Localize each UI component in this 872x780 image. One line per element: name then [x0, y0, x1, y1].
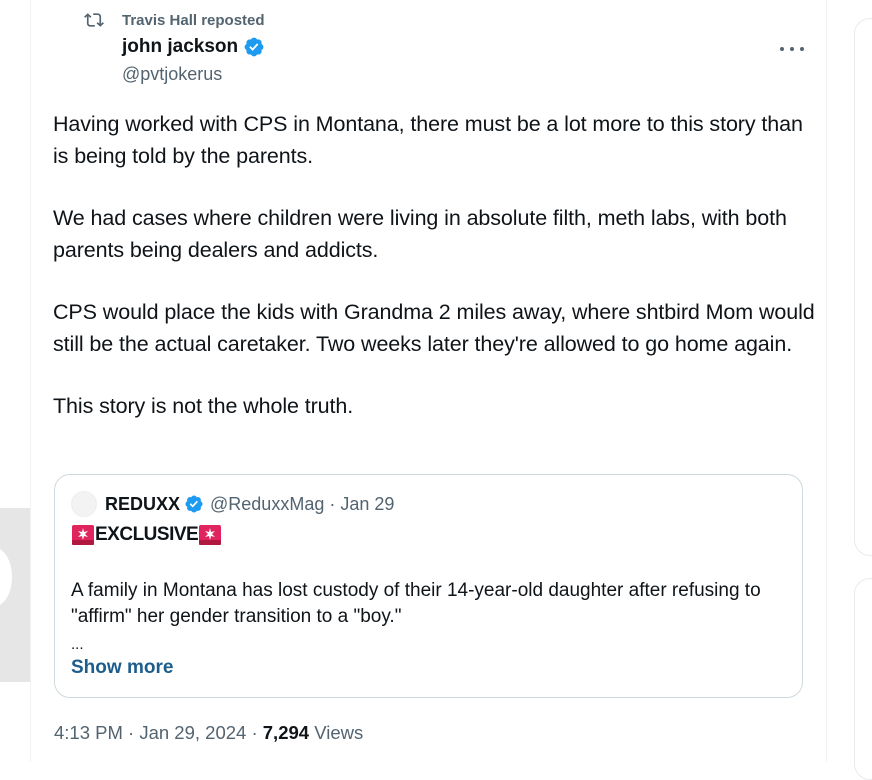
verified-badge-icon [244, 37, 264, 57]
author-name[interactable]: john jackson [122, 36, 238, 58]
views-label: Views [309, 722, 364, 743]
sidebar-card [854, 18, 872, 556]
repost-icon [84, 13, 104, 27]
quoted-avatar[interactable] [71, 491, 97, 517]
more-options-icon[interactable] [780, 38, 804, 60]
timeline-border-left [30, 0, 31, 762]
tweet-paragraph: Having worked with CPS in Montana, there… [53, 112, 803, 168]
quoted-ellipsis: ... [71, 636, 84, 653]
avatar[interactable] [52, 36, 100, 84]
author-handle[interactable]: @pvtjokerus [122, 64, 222, 85]
repost-indicator[interactable]: Travis Hall reposted [84, 10, 265, 30]
police-light-icon [72, 525, 94, 545]
repost-label: Travis Hall reposted [122, 11, 265, 29]
quoted-tweet[interactable]: REDUXX @ReduxxMag · Jan 29 EXCLUSIVE A f… [54, 474, 803, 698]
tweet-paragraph: This story is not the whole truth. [53, 394, 354, 418]
quoted-text: A family in Montana has lost custody of … [71, 580, 761, 627]
views-count: 7,294 [262, 722, 310, 743]
verified-badge-icon [185, 495, 203, 513]
quoted-tag: EXCLUSIVE [71, 523, 222, 547]
tweet-text: Having worked with CPS in Montana, there… [53, 108, 818, 452]
quoted-tag-label: EXCLUSIVE [95, 524, 199, 545]
tweet-paragraph: We had cases where children were living … [53, 206, 787, 262]
police-light-icon [199, 525, 222, 545]
show-more-link[interactable]: Show more [71, 657, 173, 679]
sidebar-card [854, 578, 872, 780]
quoted-author-name: REDUXX [105, 493, 181, 514]
timeline-border-right [826, 0, 827, 762]
quoted-handle-date: @ReduxxMag · Jan 29 [210, 493, 395, 514]
tweet-paragraph: CPS would place the kids with Grandma 2 … [53, 300, 815, 356]
tweet-meta: 4:13 PM · Jan 29, 2024 · 7,294 Views [54, 722, 363, 744]
timestamp[interactable]: 4:13 PM · Jan 29, 2024 · [54, 722, 263, 743]
